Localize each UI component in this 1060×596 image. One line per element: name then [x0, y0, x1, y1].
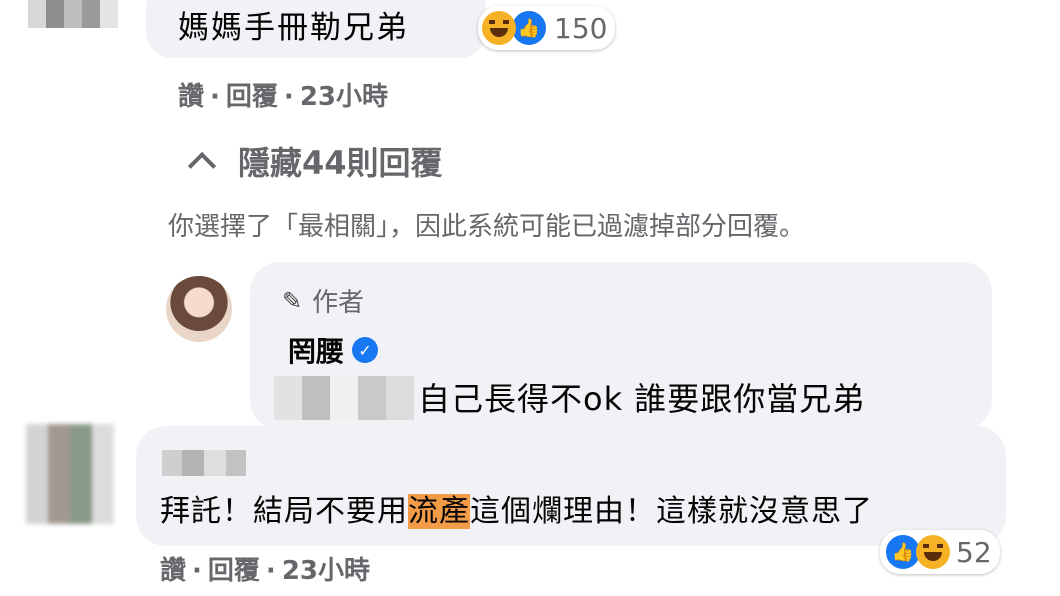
comment-text: 媽媽手冊勒兄弟: [178, 10, 409, 46]
caret-up-icon: [187, 151, 217, 181]
hide-replies-label: 隱藏44則回覆: [238, 144, 443, 182]
author-name-link[interactable]: 罔腰 ✓: [288, 330, 379, 370]
highlighted-word: 流產: [408, 494, 470, 529]
commenter-avatar-blurred[interactable]: [26, 424, 114, 524]
like-link[interactable]: 讚: [160, 556, 186, 586]
author-avatar[interactable]: [166, 276, 232, 342]
comment-text-part: 這個爛理由！這樣就沒意思了: [470, 494, 873, 529]
author-badge-label: 作者: [312, 288, 365, 318]
like-link[interactable]: 讚: [178, 82, 204, 112]
commenter-avatar-blurred[interactable]: [28, 0, 118, 28]
haha-reaction-icon: [916, 535, 950, 569]
author-reply-text: 自己長得不ok 誰要跟你當兄弟: [418, 380, 866, 418]
reaction-summary[interactable]: 👍 150: [478, 6, 616, 50]
verified-icon: ✓: [352, 337, 379, 363]
reply-link[interactable]: 回覆: [226, 82, 278, 112]
comment-text-part: 拜託！結局不要用: [160, 494, 408, 529]
pencil-icon: ✎: [282, 286, 303, 315]
comment-text: 拜託！結局不要用流產這個爛理由！這樣就沒意思了: [160, 486, 873, 530]
reaction-summary[interactable]: 👍 52: [880, 530, 1000, 574]
mentioned-name-blurred: [274, 376, 414, 420]
timestamp[interactable]: 23小時: [282, 556, 370, 586]
author-badge: ✎ 作者: [282, 282, 364, 319]
hide-replies-button[interactable]: 隱藏44則回覆: [187, 138, 443, 184]
reply-link[interactable]: 回覆: [208, 556, 260, 586]
reaction-count: 150: [554, 11, 608, 45]
commenter-name-blurred[interactable]: [162, 450, 246, 476]
haha-reaction-icon: [482, 11, 516, 45]
reaction-count: 52: [956, 535, 992, 569]
author-name: 罔腰: [288, 335, 345, 368]
timestamp[interactable]: 23小時: [300, 82, 388, 112]
comment-actions: 讚 · 回覆 · 23小時: [160, 556, 370, 586]
comment-actions: 讚 · 回覆 · 23小時: [178, 82, 388, 112]
filter-note: 你選擇了「最相關」，因此系統可能已過濾掉部分回覆。: [168, 212, 806, 242]
